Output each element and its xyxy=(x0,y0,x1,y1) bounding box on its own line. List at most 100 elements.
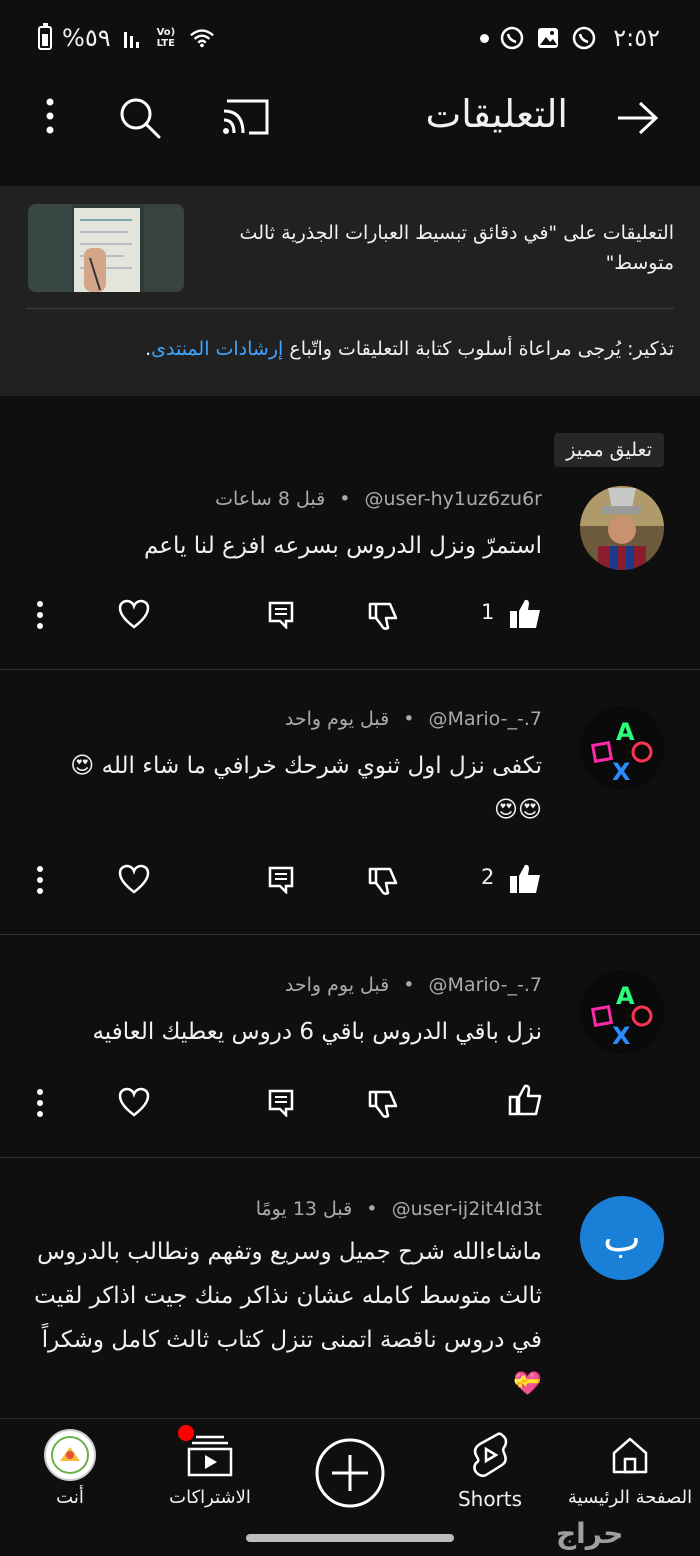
comment-author[interactable]: @user-ij2it4ld3t xyxy=(392,1198,542,1220)
thumbs-down-icon xyxy=(368,867,398,895)
thumbs-down-icon xyxy=(368,1090,398,1118)
community-guidelines-link[interactable]: إرشادات المنتدى xyxy=(151,338,283,360)
reply-icon xyxy=(268,601,294,629)
status-right: ٢:٥٢ xyxy=(480,24,660,52)
back-button[interactable] xyxy=(614,94,662,142)
comment-author[interactable]: @Mario-_-.7 xyxy=(429,708,542,730)
comment-time: قبل يوم واحد xyxy=(284,974,390,996)
nav-shorts[interactable]: Shorts xyxy=(420,1429,560,1511)
like-button[interactable] xyxy=(506,861,544,897)
heart-button[interactable] xyxy=(116,1084,152,1120)
lte-label: Vo) LTE xyxy=(156,27,176,49)
header-divider xyxy=(26,308,674,309)
thumbs-down-icon xyxy=(368,602,398,630)
thumbs-up-filled-icon xyxy=(510,864,540,893)
thumbs-up-icon xyxy=(508,1084,542,1116)
comment-author[interactable]: @user-hy1uz6zu6r xyxy=(365,488,542,510)
svg-text:A: A xyxy=(616,718,635,746)
like-count: 1 xyxy=(481,600,495,624)
home-icon xyxy=(612,1437,648,1474)
comment-author[interactable]: @Mario-_-.7 xyxy=(429,974,542,996)
arrow-forward-icon xyxy=(618,101,659,135)
more-options-button[interactable] xyxy=(30,96,70,136)
battery-icon xyxy=(38,23,52,50)
comment-text: ماشاءالله شرح جميل وسريع وتفهم ونطالب با… xyxy=(34,1239,542,1397)
comment-meta: @user-hy1uz6zu6r • قبل 8 ساعات xyxy=(215,488,542,510)
avatar-image: A X xyxy=(580,970,664,1054)
more-vert-icon xyxy=(46,98,54,134)
video-title: التعليقات على "في دقائق تبسيط العبارات ا… xyxy=(239,222,674,274)
heart-button[interactable] xyxy=(116,596,152,632)
like-button[interactable] xyxy=(506,596,544,632)
more-vert-icon xyxy=(37,1089,43,1117)
meta-separator: • xyxy=(339,488,351,510)
pinned-comment-badge: تعليق مميز xyxy=(554,433,664,467)
search-button[interactable] xyxy=(116,94,164,142)
profile-avatar-icon xyxy=(44,1429,96,1481)
more-options-button[interactable] xyxy=(26,861,54,899)
nav-subscriptions-label: الاشتراكات xyxy=(169,1487,251,1508)
svg-text:X: X xyxy=(612,1022,631,1050)
wifi-icon xyxy=(189,25,215,51)
video-thumbnail[interactable] xyxy=(28,204,184,292)
heart-icon xyxy=(118,1087,150,1117)
more-options-button[interactable] xyxy=(26,596,54,634)
comment-actions: 1 xyxy=(0,590,700,640)
nav-you[interactable]: أنت xyxy=(0,1429,140,1508)
comment-text: تكفى نزل اول ثنوي شرحك خرافي ما شاء الله… xyxy=(70,753,542,823)
reply-icon xyxy=(268,866,294,894)
comment-meta: @Mario-_-.7 • قبل يوم واحد xyxy=(285,974,542,996)
more-options-button[interactable] xyxy=(26,1084,54,1122)
gesture-bar[interactable] xyxy=(246,1534,454,1542)
reply-button[interactable] xyxy=(264,598,298,632)
nav-home[interactable]: الصفحة الرئيسية xyxy=(560,1429,700,1508)
reply-button[interactable] xyxy=(264,863,298,897)
dislike-button[interactable] xyxy=(366,1086,404,1122)
comment-divider xyxy=(0,669,700,670)
reply-button[interactable] xyxy=(264,1086,298,1120)
clock: ٢:٥٢ xyxy=(613,24,660,52)
whatsapp-icon xyxy=(499,25,525,51)
status-left: %٥٩ Vo) LTE xyxy=(38,23,215,52)
like-button[interactable] xyxy=(506,1082,544,1118)
reply-icon xyxy=(268,1089,294,1117)
nav-home-label: الصفحة الرئيسية xyxy=(567,1487,693,1508)
video-header: التعليقات على "في دقائق تبسيط العبارات ا… xyxy=(0,186,700,396)
heart-button[interactable] xyxy=(116,861,152,897)
avatar[interactable]: A X xyxy=(580,970,664,1054)
watermark: حراج xyxy=(556,1517,624,1550)
avatar[interactable]: A X xyxy=(580,706,664,790)
avatar[interactable]: ب xyxy=(580,1196,664,1280)
search-icon xyxy=(120,98,161,139)
comment-actions: 2 xyxy=(0,855,700,905)
nav-subscriptions[interactable]: الاشتراكات xyxy=(140,1425,280,1508)
comment-time: قبل يوم واحد xyxy=(284,708,390,730)
meta-separator: • xyxy=(403,974,415,996)
cast-button[interactable] xyxy=(220,94,272,138)
shorts-icon xyxy=(473,1432,508,1478)
whatsapp-icon xyxy=(571,25,597,51)
meta-separator: • xyxy=(403,708,415,730)
avatar-image xyxy=(580,486,664,570)
comment-actions xyxy=(0,1078,700,1128)
comment-divider xyxy=(0,934,700,935)
notification-dot-icon xyxy=(480,33,490,43)
status-bar: %٥٩ Vo) LTE ٢:٥٢ xyxy=(0,0,700,80)
comment-meta: @user-ij2it4ld3t • قبل 13 يومًا xyxy=(256,1198,542,1220)
nav-create[interactable] xyxy=(280,1437,420,1513)
video-thumbnail-image xyxy=(28,204,184,292)
notification-dot-icon xyxy=(178,1425,194,1441)
avatar[interactable] xyxy=(580,486,664,570)
like-count: 2 xyxy=(481,865,495,889)
app-bar: التعليقات xyxy=(0,80,700,180)
nav-you-label: أنت xyxy=(56,1487,84,1508)
dislike-button[interactable] xyxy=(366,863,404,899)
page-title: التعليقات xyxy=(425,92,568,136)
dislike-button[interactable] xyxy=(366,598,404,634)
comment-text: نزل باقي الدروس باقي 6 دروس يعطيك العافي… xyxy=(92,1019,542,1045)
thumbs-up-filled-icon xyxy=(510,599,540,628)
svg-text:A: A xyxy=(616,982,635,1010)
more-vert-icon xyxy=(37,601,43,629)
gallery-icon xyxy=(535,25,561,51)
battery-percent: %٥٩ xyxy=(62,24,111,52)
